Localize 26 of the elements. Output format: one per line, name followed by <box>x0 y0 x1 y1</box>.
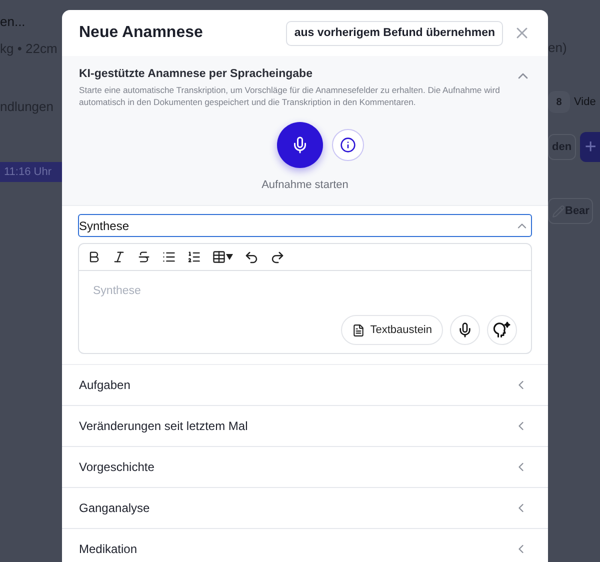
microphone-icon <box>457 322 473 338</box>
record-label: Aufnahme starten <box>262 179 348 191</box>
tab-label: Vide <box>574 96 596 108</box>
info-button[interactable] <box>332 129 364 161</box>
bold-icon[interactable] <box>87 250 101 264</box>
tab-badge: 8 <box>548 91 570 113</box>
italic-icon[interactable] <box>112 250 126 264</box>
strikethrough-icon[interactable] <box>137 250 151 264</box>
info-icon <box>340 137 356 153</box>
document-icon <box>352 324 366 336</box>
bullet-list-icon[interactable] <box>162 250 176 264</box>
modal-title: Neue Anamnese <box>79 24 204 42</box>
head-sparkle-icon <box>493 321 511 339</box>
section-description: Starte eine automatische Transkription, um Vorschläge für die Anamnesefelder zu erhalten. Die Aufnahme wird automatisch in den Dokumenten gespeichert und die Transkription in den Kommentaren. <box>79 84 501 108</box>
dictate-button[interactable] <box>450 315 480 345</box>
record-button[interactable] <box>276 122 322 168</box>
section-select[interactable]: Synthese <box>78 214 532 237</box>
table-icon[interactable] <box>212 250 233 264</box>
undo-icon[interactable] <box>244 250 259 264</box>
snippet-button[interactable]: Textbaustein <box>341 315 443 345</box>
ai-assist-button[interactable] <box>487 315 517 345</box>
numbered-list-icon[interactable] <box>187 250 201 264</box>
section-title: KI-gestützte Anamnese per Spracheingabe <box>79 68 314 80</box>
import-button[interactable]: aus vorherigem Befund übernehmen <box>286 20 503 46</box>
appointment-time: 11:16 Uhr <box>0 162 62 182</box>
redo-icon[interactable] <box>270 250 285 264</box>
